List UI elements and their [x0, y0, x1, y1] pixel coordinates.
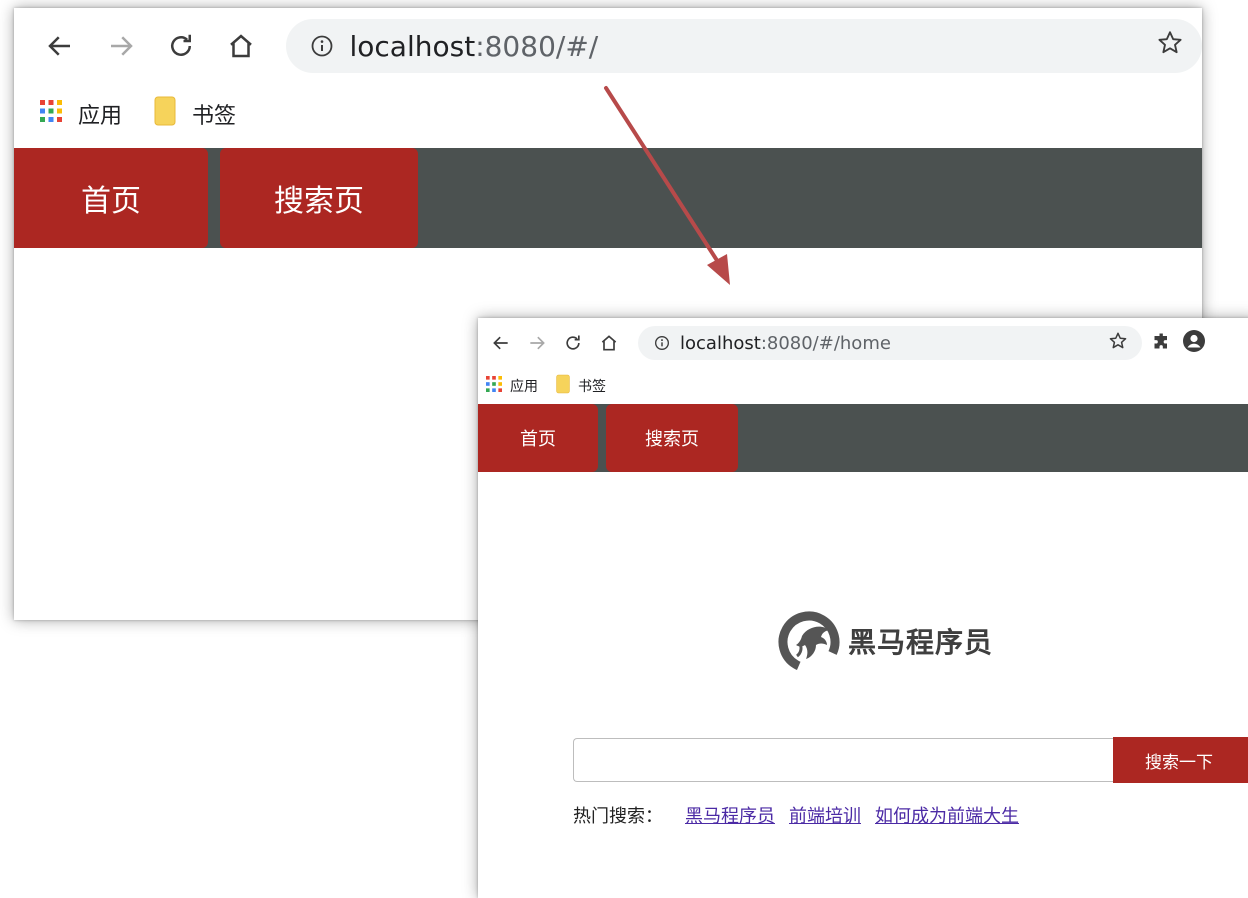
browser-toolbar: localhost:8080/#/home [478, 318, 1248, 368]
info-icon[interactable] [310, 34, 334, 58]
bookmark-folder[interactable]: 书签 [154, 96, 236, 132]
forward-arrow-icon[interactable] [522, 328, 552, 358]
hot-search-link[interactable]: 前端培训 [789, 802, 861, 828]
hot-search: 热门搜索： 黑马程序员 前端培训 如何成为前端大生 [573, 802, 1033, 828]
star-icon[interactable] [1108, 331, 1128, 356]
tab-search[interactable]: 搜索页 [606, 404, 738, 472]
address-bar[interactable]: localhost:8080/#/ [285, 19, 1202, 73]
url-host: localhost [680, 332, 761, 354]
url-host: localhost [349, 29, 476, 63]
brand-logo: 黑马程序员 [776, 608, 993, 674]
info-icon[interactable] [654, 335, 670, 351]
bookmark-folder-label: 书签 [192, 104, 237, 129]
url-path: :8080/#/home [760, 332, 891, 354]
address-bar[interactable]: localhost:8080/#/home [638, 326, 1142, 360]
bookmark-apps-label: 应用 [78, 104, 123, 129]
search-form: 搜索一下 [573, 737, 1248, 783]
bookmarks-bar: 应用 书签 [478, 368, 1248, 404]
tab-home[interactable]: 首页 [478, 404, 598, 472]
bookmark-folder-label: 书签 [578, 379, 606, 395]
search-button[interactable]: 搜索一下 [1113, 737, 1248, 783]
url-path: :8080/#/ [475, 29, 599, 63]
apps-grid-icon [486, 376, 502, 396]
hot-search-link[interactable]: 如何成为前端大生 [875, 802, 1019, 828]
back-arrow-icon[interactable] [36, 21, 84, 71]
apps-grid-icon [40, 100, 62, 128]
back-arrow-icon[interactable] [486, 328, 516, 358]
star-icon[interactable] [1156, 29, 1184, 64]
bookmark-apps[interactable]: 应用 [486, 376, 538, 396]
horse-logo-icon [778, 611, 840, 673]
forward-arrow-icon[interactable] [96, 21, 144, 71]
site-navbar: 首页 搜索页 [478, 404, 1248, 472]
browser-window-front: localhost:8080/#/home 应用 书签 首页 搜索页 黑马程序… [478, 318, 1248, 898]
tab-home[interactable]: 首页 [14, 148, 208, 248]
hot-search-label: 热门搜索： [573, 806, 663, 827]
bookmark-apps[interactable]: 应用 [40, 98, 122, 130]
reload-icon[interactable] [558, 328, 588, 358]
brand-logo-text: 黑马程序员 [848, 626, 994, 659]
profile-icon[interactable] [1182, 329, 1206, 357]
bookmark-folder[interactable]: 书签 [556, 374, 606, 398]
home-content: 黑马程序员 搜索一下 热门搜索： 黑马程序员 前端培训 如何成为前端大生 [478, 472, 1248, 892]
home-icon[interactable] [217, 21, 265, 71]
site-navbar: 首页 搜索页 [14, 148, 1202, 248]
folder-icon [154, 96, 176, 132]
folder-icon [556, 374, 570, 398]
browser-toolbar: localhost:8080/#/ [14, 8, 1202, 84]
reload-icon[interactable] [157, 21, 205, 71]
hot-search-link[interactable]: 黑马程序员 [685, 802, 775, 828]
bookmark-apps-label: 应用 [510, 379, 538, 395]
home-icon[interactable] [594, 328, 624, 358]
puzzle-icon[interactable] [1152, 331, 1172, 355]
bookmarks-bar: 应用 书签 [14, 84, 1202, 144]
tab-search[interactable]: 搜索页 [220, 148, 418, 248]
search-input[interactable] [573, 738, 1113, 782]
